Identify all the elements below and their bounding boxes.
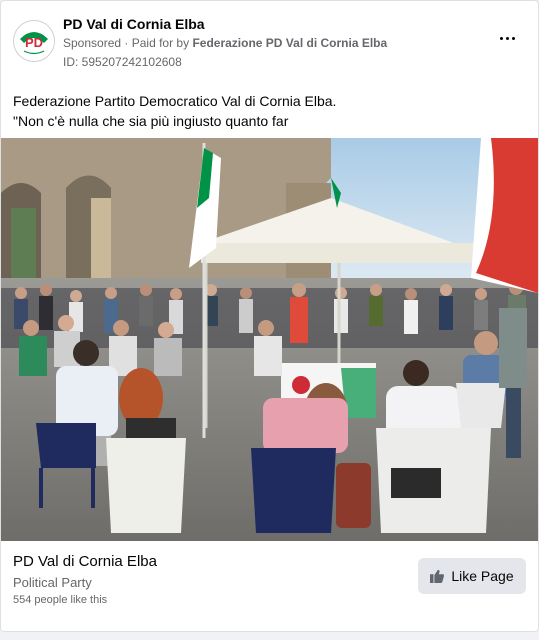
ad-card: PD PD Val di Cornia Elba Sponsored · Pai… — [0, 0, 539, 632]
like-page-button[interactable]: Like Page — [418, 558, 526, 594]
more-options-button[interactable] — [496, 27, 518, 49]
sponsored-label[interactable]: Sponsored — [63, 36, 121, 50]
rally-photo — [1, 138, 538, 541]
paid-for-label: Paid for by — [131, 36, 190, 50]
more-dots-icon — [499, 36, 503, 40]
post-text: Federazione Partito Democratico Val di C… — [13, 91, 513, 131]
post-text-line-1: Federazione Partito Democratico Val di C… — [13, 93, 337, 109]
page-category: Political Party — [13, 575, 92, 590]
sponsored-line: Sponsored · Paid for by Federazione PD V… — [63, 36, 387, 50]
thumbs-up-icon — [430, 569, 445, 583]
like-page-label: Like Page — [451, 568, 514, 584]
separator-dot: · — [124, 36, 132, 50]
ad-header: PD PD Val di Cornia Elba Sponsored · Pai… — [13, 15, 526, 75]
footer-page-name[interactable]: PD Val di Cornia Elba — [13, 553, 157, 570]
pd-logo-icon: PD — [14, 21, 54, 61]
page-footer: PD Val di Cornia Elba Political Party 55… — [1, 541, 538, 631]
page-avatar[interactable]: PD — [13, 20, 55, 62]
svg-text:PD: PD — [25, 35, 43, 50]
ad-id: ID: 595207242102608 — [63, 55, 182, 69]
funder-name[interactable]: Federazione PD Val di Cornia Elba — [192, 36, 387, 50]
post-text-line-2: "Non c'è nulla che sia più ingiusto quan… — [13, 113, 289, 129]
page-name[interactable]: PD Val di Cornia Elba — [63, 16, 205, 32]
ad-image[interactable] — [1, 138, 538, 541]
page-like-count: 554 people like this — [13, 594, 108, 606]
